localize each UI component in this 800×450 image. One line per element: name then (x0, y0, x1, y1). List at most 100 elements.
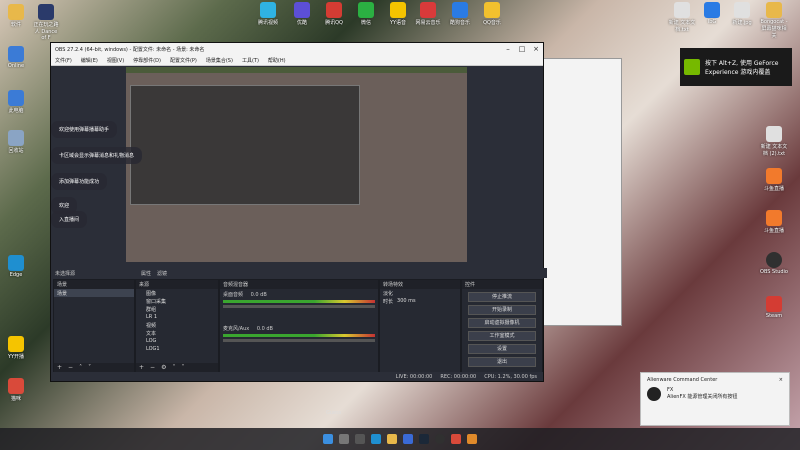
app-icon[interactable] (467, 434, 477, 444)
desktop-icon[interactable]: 猫咪 (2, 378, 30, 402)
track-db: 0.0 dB (256, 326, 273, 332)
desktop-icon[interactable]: 网易云音乐 (414, 2, 442, 26)
scenes-dock-footer: + − ˄ ˅ (54, 363, 134, 372)
toast-text: FX AlienFX 能源管理关闭所有按钮 (667, 387, 737, 401)
desktop-icon[interactable]: OBS Studio (760, 252, 788, 275)
store-icon[interactable] (403, 434, 413, 444)
menu-scene-collection[interactable]: 场景集合(S) (206, 57, 233, 64)
duration-label: 时长 (383, 298, 394, 305)
menu-tools[interactable]: 工具(T) (242, 57, 259, 64)
desktop-icon[interactable]: 腾讯QQ (320, 2, 348, 26)
gear-icon[interactable]: ⚙ (161, 364, 166, 371)
source-item[interactable]: 视频 (136, 321, 218, 329)
obs-statusbar: LIVE: 00:00:00 REC: 00:00:00 CPU: 1.2%, … (51, 372, 543, 381)
desktop-icon[interactable]: Bongocat - 屏幕猫咪相关 (760, 2, 788, 39)
source-item[interactable]: LR 1 (136, 313, 218, 321)
desktop-icon[interactable]: Online (2, 46, 30, 69)
remove-icon[interactable]: − (68, 364, 73, 371)
volume-slider[interactable] (223, 339, 375, 342)
desktop-icon[interactable]: YY语音 (384, 2, 412, 26)
source-item[interactable]: LOG1 (136, 345, 218, 353)
desktop-icon[interactable]: 斗鱼直播 (760, 168, 788, 192)
steam-icon[interactable] (419, 434, 429, 444)
obs-menubar: 文件(F) 编辑(E) 视图(V) 停靠部件(D) 配置文件(P) 场景集合(S… (51, 55, 543, 66)
scene-item[interactable]: 场景 (54, 289, 134, 297)
transition-select[interactable]: 淡化 (380, 289, 460, 297)
desktop-icon[interactable]: 软件 (2, 4, 30, 28)
studio-mode-button[interactable]: 工作室模式 (468, 331, 536, 341)
desktop-icon[interactable]: 酷狗音乐 (446, 2, 474, 26)
desktop-icon[interactable]: 新建.jpg (728, 2, 756, 26)
alienware-icon (647, 387, 661, 401)
desktop-icon[interactable]: QQ音乐 (478, 2, 506, 26)
source-item[interactable]: 群组 (136, 305, 218, 313)
obs-preview[interactable] (126, 67, 467, 262)
source-item[interactable]: 文本 (136, 329, 218, 337)
menu-view[interactable]: 视图(V) (107, 57, 124, 64)
nvidia-overlay-notice[interactable]: 按下 Alt+Z, 使用 GeForce Experience 游戏内覆盖 (680, 48, 792, 86)
desktop-icon[interactable]: 微信 (352, 2, 380, 26)
desktop-icon[interactable]: IbG (698, 2, 726, 25)
search-icon[interactable] (339, 434, 349, 444)
maximize-icon[interactable]: □ (515, 45, 529, 53)
source-item[interactable]: 窗口采集 (136, 297, 218, 305)
controls-dock: 控件 停止推流 开始录制 启动虚拟摄像机 工作室模式 设置 退出 (461, 279, 543, 373)
remove-icon[interactable]: − (150, 364, 155, 371)
taskview-icon[interactable] (355, 434, 365, 444)
desktop-icon[interactable]: 回收站 (2, 130, 30, 154)
properties-button[interactable]: 属性 (141, 270, 151, 277)
add-icon[interactable]: + (139, 364, 144, 371)
transitions-dock-title: 转场特效 (380, 280, 460, 289)
desktop-icon[interactable]: 新建 文本文档.txt (668, 2, 696, 33)
down-icon[interactable]: ˅ (88, 364, 91, 371)
source-item[interactable]: 图像 (136, 289, 218, 297)
desktop-icon[interactable]: Steam (760, 296, 788, 319)
volume-slider[interactable] (223, 305, 375, 308)
settings-button[interactable]: 设置 (468, 344, 536, 354)
app-icon (8, 46, 24, 62)
desktop-icon[interactable]: 正在玩之路人 Dance of F (32, 4, 60, 41)
background-window[interactable] (540, 58, 622, 326)
sources-dock-footer: + − ⚙ ˄ ˅ (136, 363, 218, 372)
mixer-dock: 音频混音器 桌面音频 0.0 dB 麦克风/Aux 0.0 dB (219, 279, 379, 373)
computer-icon (8, 90, 24, 106)
menu-file[interactable]: 文件(F) (55, 57, 72, 64)
exit-button[interactable]: 退出 (468, 357, 536, 367)
qq-icon (326, 2, 342, 18)
start-icon[interactable] (323, 434, 333, 444)
menu-profile[interactable]: 配置文件(P) (170, 57, 197, 64)
close-icon[interactable]: × (529, 45, 543, 53)
close-icon[interactable]: × (779, 377, 783, 383)
desktop-icon[interactable]: 此电脑 (2, 90, 30, 114)
folder-icon[interactable] (387, 434, 397, 444)
filters-button[interactable]: 滤镜 (157, 270, 167, 277)
danmaku-message: 添加弹幕功能成功 (51, 173, 108, 190)
duration-input[interactable]: 300 ms (397, 298, 416, 304)
source-item[interactable]: LOG (136, 337, 218, 345)
no-source-label: 未选择源 (55, 270, 76, 277)
desktop-icon[interactable]: YY开播 (2, 336, 30, 360)
desktop-icon[interactable]: 优酷 (288, 2, 316, 26)
game-icon[interactable] (451, 434, 461, 444)
obs-window[interactable]: OBS 27.2.4 (64-bit, windows) - 配置文件: 未命名… (50, 42, 547, 382)
minimize-icon[interactable]: – (501, 45, 515, 53)
start-recording-button[interactable]: 开始录制 (468, 305, 536, 315)
stop-streaming-button[interactable]: 停止推流 (468, 292, 536, 302)
notification-toast[interactable]: Alienware Command Center × FX AlienFX 能源… (640, 372, 790, 426)
obs-icon[interactable] (435, 434, 445, 444)
obs-titlebar[interactable]: OBS 27.2.4 (64-bit, windows) - 配置文件: 未命名… (51, 43, 543, 55)
nvidia-icon (684, 59, 700, 75)
add-icon[interactable]: + (57, 364, 62, 371)
virtual-camera-button[interactable]: 启动虚拟摄像机 (468, 318, 536, 328)
desktop-icon[interactable]: Edge (2, 255, 30, 278)
desktop-icon[interactable]: 斗鱼直播 (760, 210, 788, 234)
desktop-icon[interactable]: 腾讯视频 (254, 2, 282, 26)
menu-help[interactable]: 帮助(H) (268, 57, 286, 64)
desktop-icon[interactable]: 新建 文本文档 (2).txt (760, 126, 788, 157)
menu-edit[interactable]: 编辑(E) (81, 57, 98, 64)
up-icon[interactable]: ˄ (172, 364, 175, 371)
up-icon[interactable]: ˄ (79, 364, 82, 371)
down-icon[interactable]: ˅ (181, 364, 184, 371)
edge-icon[interactable] (371, 434, 381, 444)
menu-docks[interactable]: 停靠部件(D) (133, 57, 161, 64)
